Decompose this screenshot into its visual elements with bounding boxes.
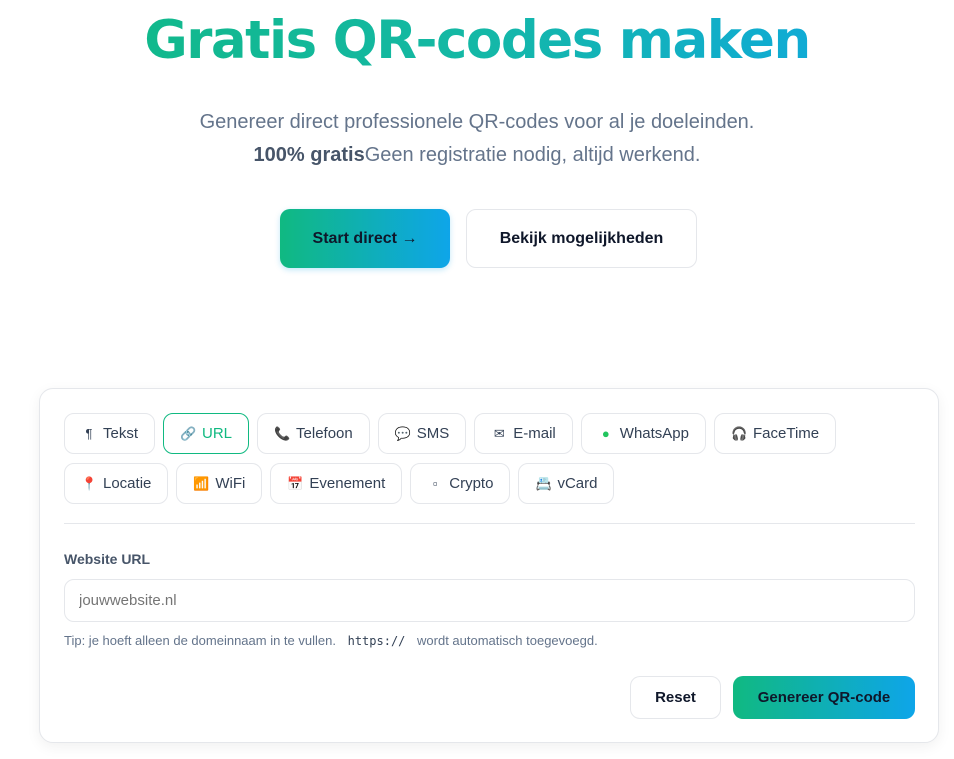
url-tip-code: https:// [347,634,406,648]
reset-button[interactable]: Reset [630,676,721,719]
tab-label: URL [202,425,233,442]
url-tip: Tip: je hoeft alleen de domeinnaam in te… [64,633,598,648]
calendar-icon: 📅 [287,475,304,491]
tab-url[interactable]: 🔗 URL [163,413,250,454]
hero-subtitle-highlight: 100% gratis [253,144,365,166]
wifi-signal-icon: 📶 [193,475,210,491]
tab-evenement[interactable]: 📅 Evenement [270,463,403,504]
hero-subtitle-line1: Genereer direct professionele QR-codes v… [199,111,755,133]
url-tip-text: Tip: je hoeft alleen de domeinnaam in te… [64,633,336,648]
tab-crypto[interactable]: ▫ Crypto [410,463,511,504]
hero-subtitle: Genereer direct professionele QR-codes v… [0,106,954,172]
tab-label: Evenement [309,475,386,492]
tab-label: Tekst [103,425,139,442]
chat-bubble-icon: 💬 [394,425,411,441]
map-pin-icon: 📍 [81,475,98,491]
tab-label: Telefoon [296,425,353,442]
contact-card-icon: 📇 [535,475,552,491]
website-url-label: Website URL [64,551,151,567]
tab-telefoon[interactable]: 📞 Telefoon [257,413,370,454]
hero-subtitle-rest: Geen registratie nodig, altijd werkend. [364,144,701,166]
tab-label: E-mail [513,425,556,442]
start-button[interactable]: Start direct → [280,209,450,268]
phone-icon: 📞 [274,425,291,441]
tab-vcard[interactable]: 📇 vCard [518,463,615,504]
tab-label: WiFi [215,475,246,492]
hero-subtitle-line2: 100% gratisGeen registratie nodig, altij… [0,139,954,172]
tab-wifi[interactable]: 📶 WiFi [176,463,263,504]
link-icon: 🔗 [180,425,197,441]
whatsapp-icon: ● [601,426,610,441]
divider [64,523,915,524]
url-tip-text-end: wordt automatisch toegevoegd. [417,633,598,648]
page-title: Gratis QR-codes maken [0,8,954,74]
tab-label: vCard [557,475,598,492]
hero-buttons: Start direct → Bekijk mogelijkheden [280,209,697,268]
tab-e-mail[interactable]: ✉ E-mail [474,413,573,454]
qr-generator-card: ¶ Tekst 🔗 URL 📞 Telefoon 💬 SMS ✉ E-mail ● WhatsApp 🎧… [39,388,939,743]
explore-features-button[interactable]: Bekijk mogelijkheden [466,209,697,268]
tab-locatie[interactable]: 📍 Locatie [64,463,169,504]
tab-label: SMS [416,425,450,442]
qr-type-tabs: ¶ Tekst 🔗 URL 📞 Telefoon 💬 SMS ✉ E-mail ● WhatsApp 🎧… [64,413,924,504]
tab-label: WhatsApp [619,425,689,442]
tab-sms[interactable]: 💬 SMS [377,413,467,454]
headphones-icon: 🎧 [730,425,748,441]
tab-whatsapp[interactable]: ● WhatsApp [580,413,706,454]
crypto-icon: ▫ [432,476,438,491]
generate-qr-button[interactable]: Genereer QR-code [733,676,915,719]
tab-label: Locatie [103,475,152,492]
tab-facetime[interactable]: 🎧 FaceTime [713,413,837,454]
tab-label: FaceTime [752,425,820,442]
tab-tekst[interactable]: ¶ Tekst [64,413,156,454]
tab-label: Crypto [449,475,494,492]
envelope-icon: ✉ [493,425,505,441]
website-url-input[interactable] [64,579,915,622]
pilcrow-icon: ¶ [85,426,93,441]
